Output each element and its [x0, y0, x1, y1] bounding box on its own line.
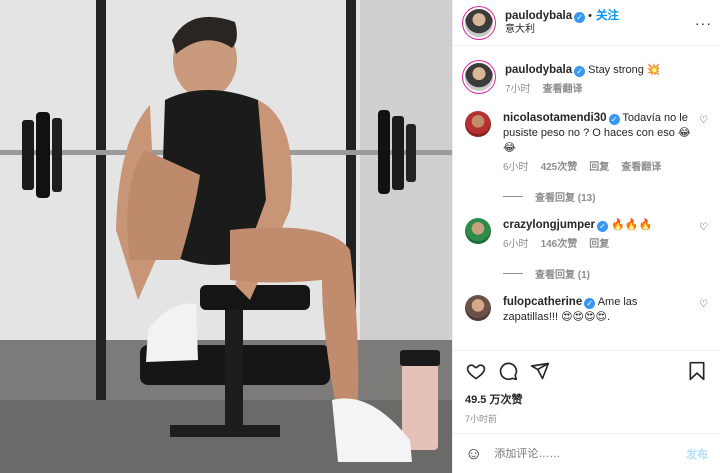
comment-likes[interactable]: 425次赞 — [541, 160, 578, 175]
commenter-avatar[interactable] — [465, 111, 491, 137]
verified-badge-icon: ✓ — [574, 66, 586, 77]
caption-translate-link[interactable]: 查看翻译 — [543, 82, 583, 97]
commenter-avatar[interactable] — [465, 295, 491, 321]
follow-button[interactable]: 关注 — [596, 10, 619, 22]
verified-badge-icon: ✓ — [608, 114, 620, 125]
small-heart-icon[interactable]: ♡ — [699, 222, 708, 233]
comment-item: nicolasotamendi30 ✓ Todavía no le pusiste… — [465, 111, 708, 204]
comment-translate-link[interactable]: 查看翻译 — [621, 160, 661, 175]
post-header: paulodybala ✓ • 关注 意大利 ··· — [453, 0, 720, 46]
comment-text: 🔥🔥🔥 — [611, 219, 653, 231]
author-info: paulodybala ✓ • 关注 意大利 — [505, 9, 695, 37]
comment-item: fulopcatherine ✓ Ame las zapatillas!!! 😍😍… — [465, 295, 708, 325]
replies-divider — [503, 196, 523, 197]
caption-time: 7小时 — [505, 84, 531, 95]
separator-dot: • — [588, 9, 592, 22]
view-replies-button[interactable]: 查看回复 (1) — [503, 266, 708, 281]
caption: paulodybala ✓ Stay strong 💥 7小时 查看翻译 — [465, 63, 708, 97]
more-options-icon[interactable]: ··· — [695, 15, 712, 31]
caption-text: Stay strong — [588, 64, 644, 76]
view-replies-label[interactable]: 查看回复 (13) — [535, 189, 596, 204]
post-comment-button[interactable]: 发布 — [686, 446, 708, 462]
verified-badge-icon: ✓ — [574, 11, 586, 23]
comment-username[interactable]: fulopcatherine — [503, 296, 582, 308]
comment-item: crazylongjumper ✓ 🔥🔥🔥 6小时 146次赞 回复 ♡ 查看回复… — [465, 218, 708, 281]
author-username[interactable]: paulodybala — [505, 10, 572, 22]
small-heart-icon[interactable]: ♡ — [699, 299, 708, 310]
author-avatar[interactable] — [465, 8, 493, 37]
comment-input[interactable] — [494, 447, 686, 460]
like-count[interactable]: 49.5 万次赞 — [465, 391, 708, 407]
comment-time: 6小时 — [503, 239, 529, 250]
caption-emoji: 💥 — [646, 64, 661, 76]
commenter-avatar[interactable] — [465, 218, 491, 244]
replies-divider — [503, 273, 523, 274]
post-actions: 49.5 万次赞 7小时前 — [453, 350, 720, 425]
post-location[interactable]: 意大利 — [505, 23, 695, 37]
comment-username[interactable]: crazylongjumper — [503, 219, 595, 231]
post-photo[interactable] — [0, 0, 452, 473]
emoji-icon[interactable]: ☺ — [465, 444, 482, 464]
small-heart-icon[interactable]: ♡ — [699, 115, 708, 126]
share-icon[interactable] — [529, 360, 551, 382]
gym-photo-illustration — [0, 0, 452, 473]
verified-badge-icon: ✓ — [597, 221, 609, 232]
caption-username[interactable]: paulodybala — [505, 64, 572, 76]
caption-author-avatar[interactable] — [465, 63, 493, 91]
verified-badge-icon: ✓ — [584, 298, 596, 309]
comment-icon[interactable] — [497, 360, 519, 382]
comment-reply-button[interactable]: 回复 — [589, 237, 609, 252]
action-icons — [465, 357, 708, 385]
comment-likes[interactable]: 146次赞 — [541, 237, 578, 252]
post-timestamp: 7小时前 — [465, 414, 498, 424]
instagram-post-view: paulodybala ✓ • 关注 意大利 ··· paulodybala ✓ Sta… — [0, 0, 720, 473]
comments-feed: paulodybala ✓ Stay strong 💥 7小时 查看翻译 nico… — [453, 47, 720, 349]
heart-icon[interactable] — [465, 360, 487, 382]
view-replies-label[interactable]: 查看回复 (1) — [535, 266, 590, 281]
bookmark-icon[interactable] — [686, 360, 708, 382]
comment-username[interactable]: nicolasotamendi30 — [503, 112, 607, 124]
view-replies-button[interactable]: 查看回复 (13) — [503, 189, 708, 204]
comment-composer: ☺ 发布 — [453, 433, 720, 473]
comment-reply-button[interactable]: 回复 — [589, 160, 609, 175]
comment-time: 6小时 — [503, 162, 529, 173]
post-side-panel: paulodybala ✓ • 关注 意大利 ··· paulodybala ✓ Sta… — [452, 0, 720, 473]
